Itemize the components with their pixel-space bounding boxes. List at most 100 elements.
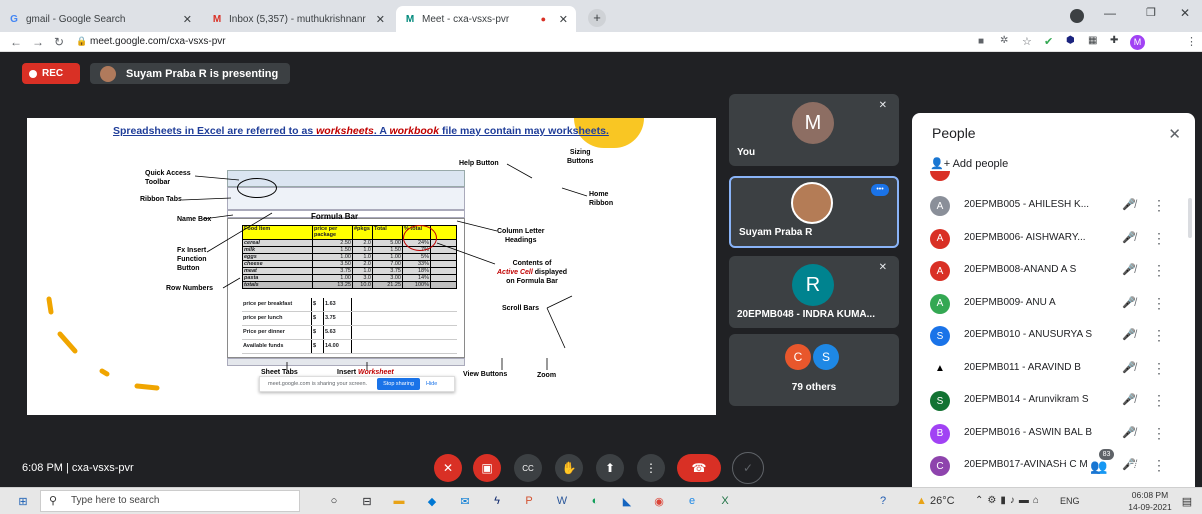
captions-button[interactable]: CC: [514, 454, 542, 482]
check-extension-icon[interactable]: ✔: [1044, 35, 1053, 48]
mic-off-icon: ✕: [878, 262, 887, 273]
leave-call-button[interactable]: ☎: [677, 454, 721, 482]
add-people-button[interactable]: 👤+ Add people: [930, 157, 1008, 170]
camera-icon[interactable]: ■: [978, 36, 984, 47]
participant-row[interactable]: ▲ 20EPMB011 - ARAVIND B 🎤̸ ⋮: [912, 354, 1195, 384]
more-options-icon[interactable]: ⋮: [1152, 360, 1166, 377]
tray-icons[interactable]: ⌃⚙▮♪▬⌂: [975, 495, 1043, 506]
participant-row[interactable]: S 20EPMB010 - ANUSURYA S 🎤̸ ⋮: [912, 321, 1195, 351]
word-icon[interactable]: W: [555, 494, 569, 508]
more-options-icon[interactable]: ⋮: [1152, 230, 1166, 247]
back-icon[interactable]: ←: [10, 35, 22, 49]
tab-gmail-search[interactable]: G gmail - Google Search ✕: [0, 6, 200, 32]
participant-row[interactable]: C 20EPMB017-AVINASH C M 🎤̸ ⋮: [912, 451, 1195, 481]
excel-icon[interactable]: X: [718, 494, 732, 508]
close-icon[interactable]: ✕: [559, 13, 568, 26]
forward-icon[interactable]: →: [32, 35, 44, 49]
info-icon[interactable]: ⓘ: [1056, 458, 1070, 478]
participant-row[interactable]: A 20EPMB005 - AHILESH K... 🎤̸ ⋮: [912, 191, 1195, 221]
maximize-icon[interactable]: ❐: [1146, 6, 1156, 19]
edge-icon[interactable]: ◐: [588, 494, 602, 508]
participant-row[interactable]: A 20EPMB009- ANU A 🎤̸ ⋮: [912, 289, 1195, 319]
more-options-icon[interactable]: ⋮: [1152, 295, 1166, 312]
profile-menu-icon[interactable]: [1070, 9, 1084, 23]
extension-icon[interactable]: ✲: [1000, 35, 1008, 46]
mic-off-icon: ✕: [878, 100, 887, 111]
hide-button[interactable]: Hide: [426, 381, 437, 387]
app-icon[interactable]: ϟ: [490, 494, 504, 508]
chat-icon[interactable]: ▤: [1128, 458, 1141, 475]
mic-off-icon: 🎤̸: [1122, 231, 1136, 244]
new-tab-button[interactable]: +: [588, 9, 606, 27]
present-icon: ⬆: [604, 461, 616, 475]
ie-icon[interactable]: e: [685, 494, 699, 508]
cortana-icon[interactable]: ○: [327, 494, 341, 508]
dropbox-icon[interactable]: ◆: [425, 494, 439, 508]
more-options-icon[interactable]: ⋮: [1152, 392, 1166, 409]
participant-row[interactable]: B 20EPMB016 - ASWIN BAL B 🎤̸ ⋮: [912, 419, 1195, 449]
more-options-icon[interactable]: ⋮: [1152, 327, 1166, 344]
google-icon: G: [10, 13, 18, 25]
tile-name: 20EPMB048 - INDRA KUMA...: [737, 309, 875, 320]
more-options-icon[interactable]: ⋮: [1152, 262, 1166, 279]
notification-icon[interactable]: ▤: [1180, 494, 1194, 508]
people-icon[interactable]: 👥: [1090, 458, 1107, 475]
taskbar-search[interactable]: ⚲ Type here to search: [40, 490, 300, 512]
panel-title: People: [932, 125, 976, 141]
add-people-label: Add people: [952, 158, 1009, 170]
presenter-avatar: [100, 65, 116, 82]
more-options-button[interactable]: ⋮: [637, 454, 665, 482]
tile-you[interactable]: M ✕ You: [729, 94, 899, 166]
address-bar[interactable]: meet.google.com/cxa-vsxs-pvr: [90, 32, 226, 52]
browser-menu-icon[interactable]: ⋮: [1186, 35, 1197, 48]
bookmark-star-icon[interactable]: ☆: [1022, 35, 1032, 48]
close-icon[interactable]: ✕: [1168, 125, 1181, 143]
tab-meet[interactable]: M Meet - cxa-vsxs-pvr ● ✕: [396, 6, 576, 32]
app-icon[interactable]: ◣: [620, 494, 634, 508]
activities-icon[interactable]: ⚇: [1164, 458, 1177, 475]
mic-off-icon: 🎤̸: [1122, 296, 1136, 309]
record-dot-icon: [29, 69, 37, 78]
avatar: C: [785, 344, 811, 370]
activity-button[interactable]: ✓: [732, 452, 764, 484]
minimize-icon[interactable]: —: [1104, 6, 1116, 20]
stop-sharing-button[interactable]: Stop sharing: [377, 378, 420, 390]
language[interactable]: ENG: [1060, 496, 1080, 506]
tile-indra[interactable]: R ✕ 20EPMB048 - INDRA KUMA...: [729, 256, 899, 328]
extension-icon[interactable]: ⬢: [1066, 35, 1075, 46]
weather[interactable]: ▲ 26°C: [916, 495, 955, 507]
profile-avatar[interactable]: M: [1130, 35, 1145, 50]
speaking-icon: •••: [871, 184, 889, 196]
participant-row[interactable]: S 20EPMB014 - Arunvikram S 🎤̸ ⋮: [912, 386, 1195, 416]
grid-extension-icon[interactable]: ▦: [1088, 35, 1097, 46]
file-explorer-icon[interactable]: ▬: [392, 494, 406, 508]
more-options-icon[interactable]: ⋮: [1152, 197, 1166, 214]
people-panel: People ✕ 👤+ Add people A 20EPMB005 - AHIL…: [912, 113, 1195, 498]
raise-hand-button[interactable]: ✋: [555, 454, 583, 482]
clock[interactable]: 06:08 PM 14-09-2021: [1126, 489, 1174, 513]
close-icon[interactable]: ✕: [376, 13, 385, 26]
help-icon[interactable]: ?: [876, 494, 890, 508]
mic-toggle-button[interactable]: ✕: [434, 454, 462, 482]
participant-avatar: ▲: [930, 358, 950, 379]
reload-icon[interactable]: ↻: [54, 35, 64, 49]
participant-row[interactable]: A 20EPMB008-ANAND A S 🎤̸ ⋮: [912, 256, 1195, 286]
meet-stage: REC Suyam Praba R is presenting Spreadsh…: [0, 52, 1202, 498]
present-button[interactable]: ⬆: [596, 454, 624, 482]
participant-name: 20EPMB011 - ARAVIND B: [964, 361, 1081, 373]
tab-gmail-inbox[interactable]: M Inbox (5,357) - muthukrishnanr ✕: [203, 6, 393, 32]
powerpoint-icon[interactable]: P: [522, 494, 536, 508]
tile-presenter[interactable]: ••• Suyam Praba R: [729, 176, 899, 248]
camera-toggle-button[interactable]: ▣: [473, 454, 501, 482]
more-options-icon[interactable]: ⋮: [1152, 425, 1166, 442]
participant-row[interactable]: A 20EPMB006- AISHWARY... 🎤̸ ⋮: [912, 224, 1195, 254]
close-icon[interactable]: ✕: [183, 13, 192, 26]
mail-icon[interactable]: ✉: [458, 494, 472, 508]
tile-others[interactable]: C S 79 others: [729, 334, 899, 406]
chrome-icon[interactable]: ◉: [652, 494, 666, 508]
participant-avatar: S: [930, 391, 950, 411]
task-view-icon[interactable]: ⊟: [360, 494, 374, 508]
puzzle-icon[interactable]: ✚: [1110, 35, 1118, 46]
windows-start-icon[interactable]: ⊞: [16, 494, 30, 508]
window-close-icon[interactable]: ✕: [1180, 6, 1190, 20]
